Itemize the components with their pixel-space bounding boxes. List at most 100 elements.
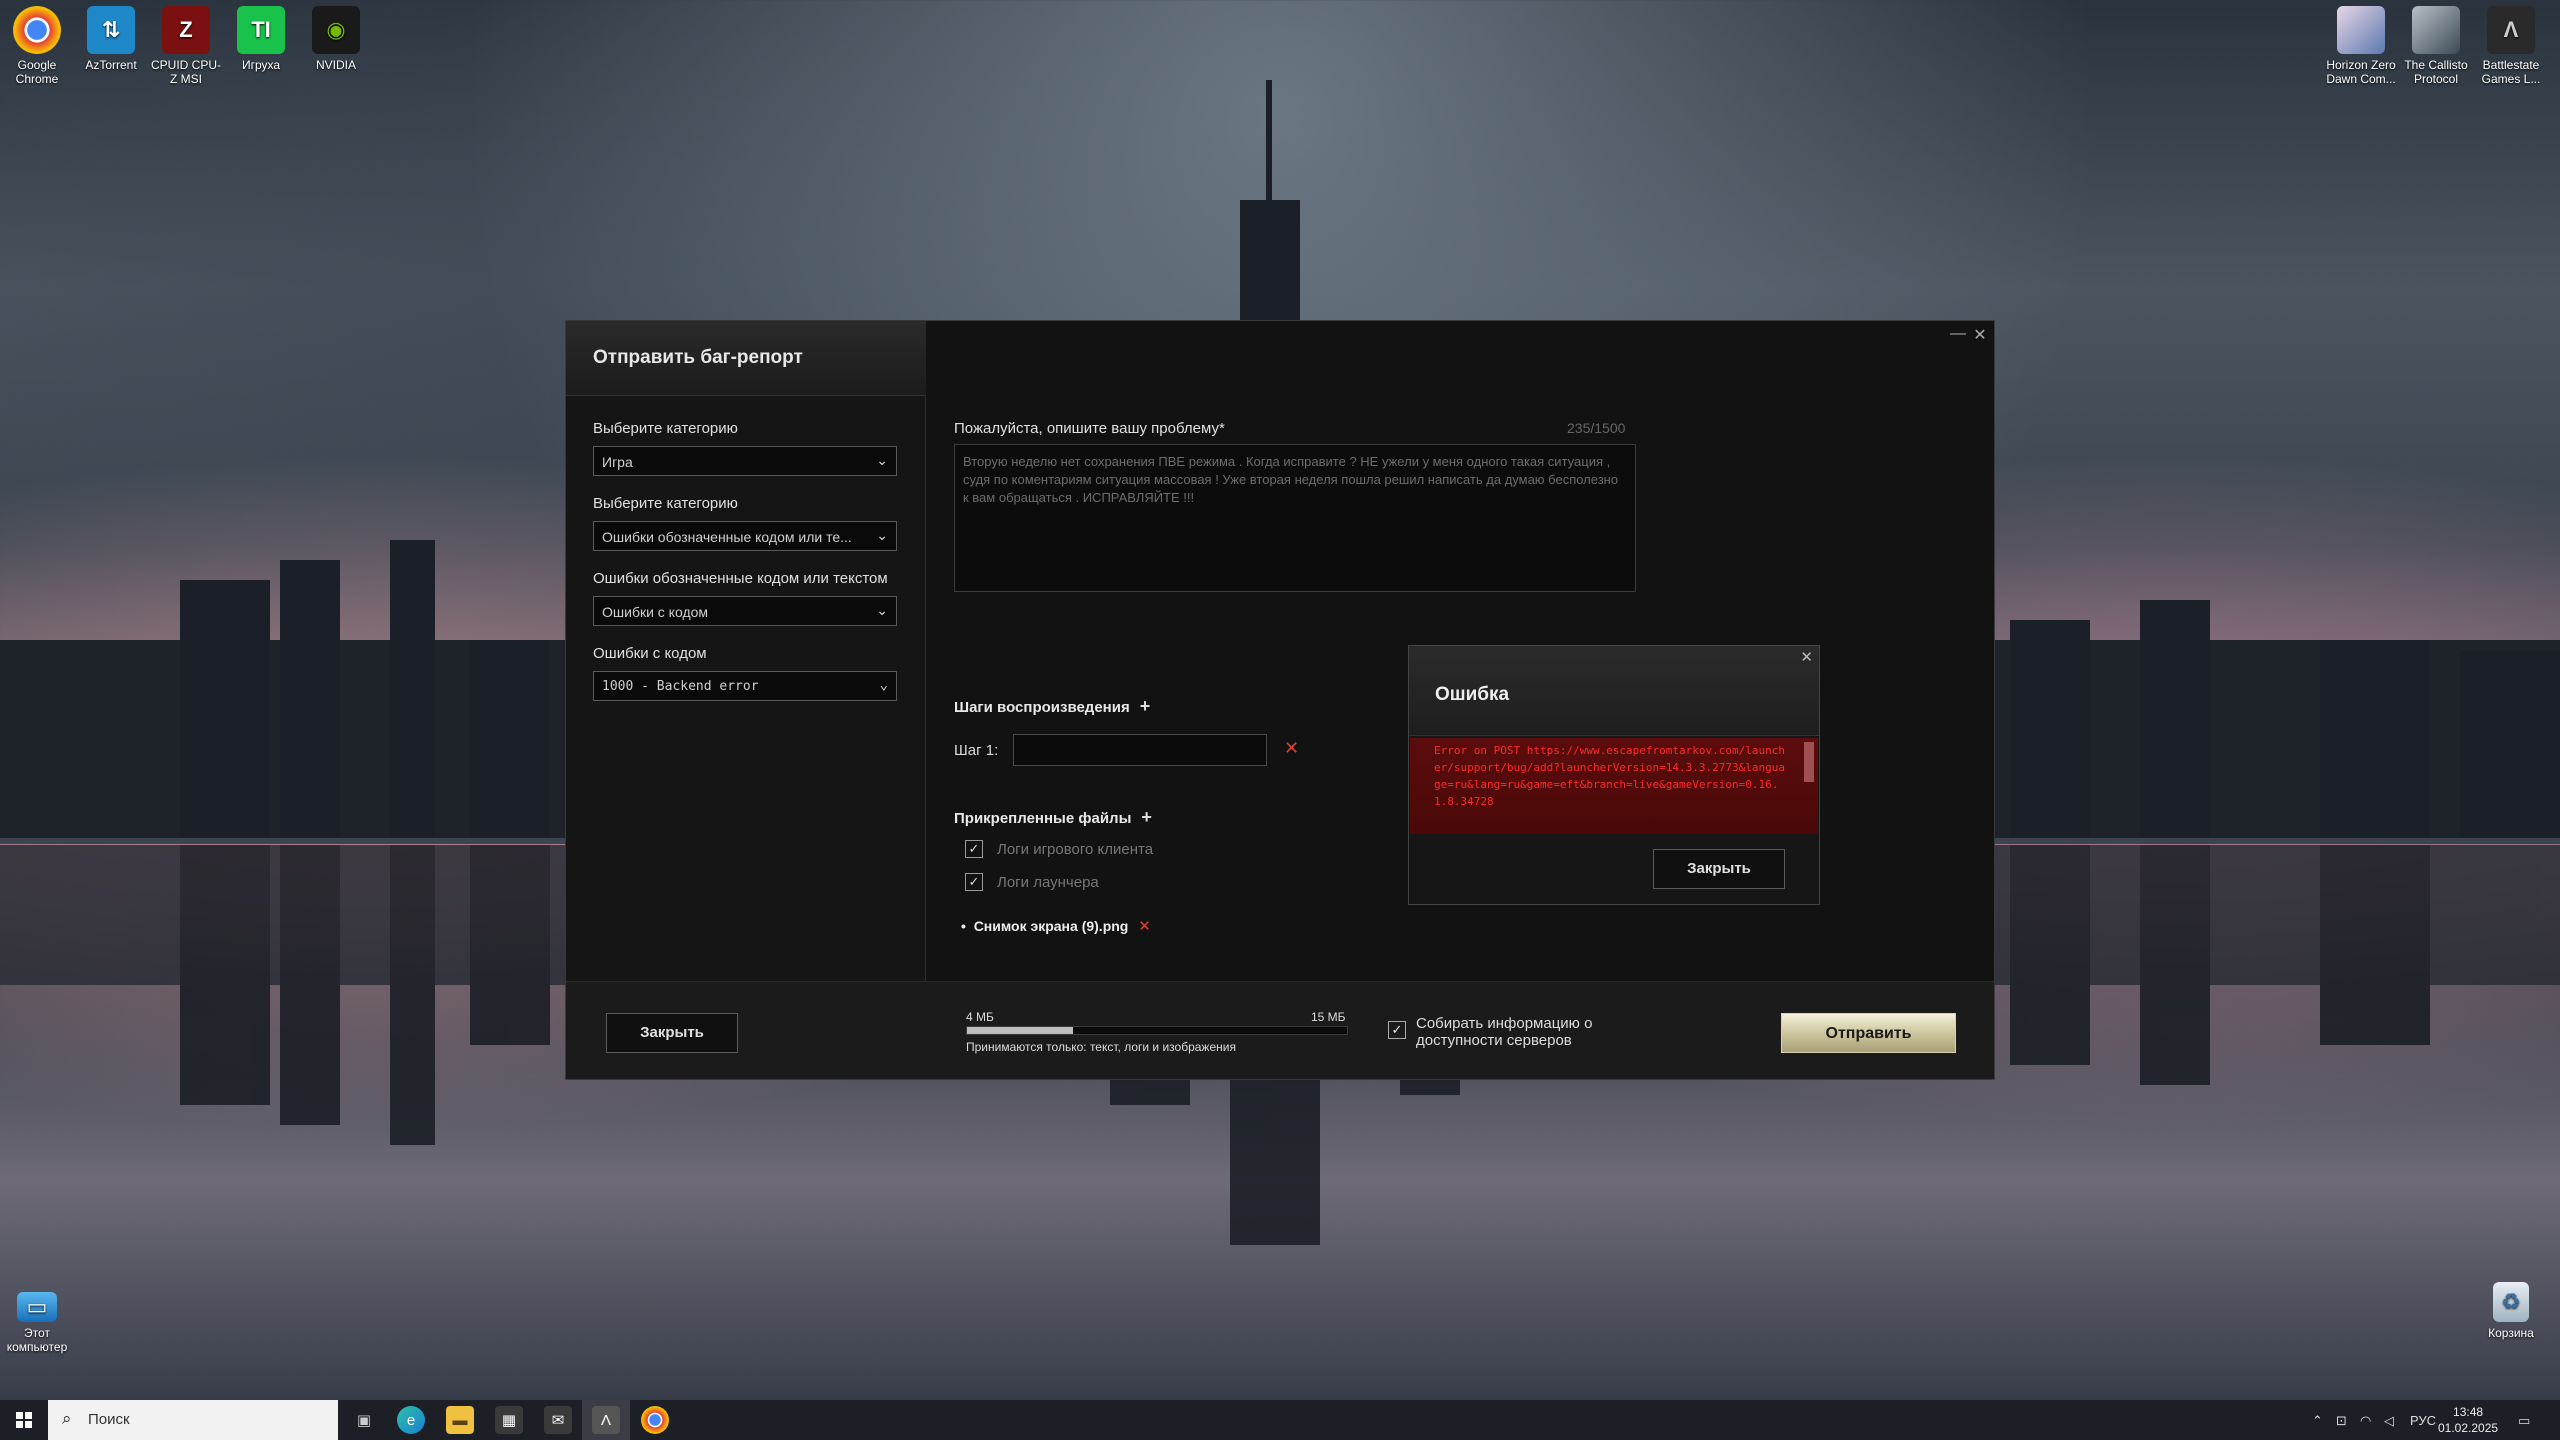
edge-icon[interactable]: e (397, 1406, 425, 1434)
desktop-icon-aztorrent[interactable]: ⇅ AzTorrent (76, 6, 146, 72)
category-panel: Выберите категорию Игра ⌄ Выберите катег… (566, 396, 926, 981)
desktop-icon-callisto[interactable]: The Callisto Protocol (2401, 6, 2471, 86)
launcher-logs-checkbox[interactable]: ✓ (965, 873, 983, 891)
error-dialog-header: Ошибка ✕ (1409, 646, 1819, 736)
notifications-icon[interactable]: ▭ (2518, 1413, 2530, 1429)
char-counter: 235/1500 (1567, 420, 1626, 436)
desktop-icon-this-pc[interactable]: ▭ Этот компьютер (2, 1282, 72, 1354)
store-icon[interactable]: ▦ (495, 1406, 523, 1434)
chevron-down-icon: ⌄ (876, 452, 888, 468)
taskbar-search[interactable]: ⌕ Поиск (48, 1400, 338, 1440)
category-label-3: Ошибки обозначенные кодом или текстом (593, 570, 888, 587)
desktop-icon-label: The Callisto Protocol (2404, 58, 2468, 86)
error-close-icon[interactable]: ✕ (1800, 648, 1813, 666)
nvidia-icon: ◉ (312, 6, 360, 54)
steps-label: Шаги воспроизведения (954, 699, 1130, 716)
task-view-icon[interactable]: ▣ (350, 1406, 378, 1434)
client-logs-checkbox[interactable]: ✓ (965, 840, 983, 858)
windows-icon (16, 1412, 32, 1428)
start-button[interactable] (0, 1400, 48, 1440)
window-footer: Закрыть 4 МБ 15 МБ Принимаются только: т… (566, 981, 1994, 1079)
chevron-down-icon: ⌄ (876, 527, 888, 543)
select-value: Игра (602, 454, 633, 470)
chevron-down-icon: ⌄ (876, 602, 888, 618)
clock[interactable]: 13:48 01.02.2025 (2438, 1404, 2498, 1436)
remove-file-icon[interactable]: ✕ (1138, 918, 1151, 935)
volume-icon[interactable]: ◁ (2384, 1413, 2394, 1429)
desktop-icon-label: Этот компьютер (6, 1326, 68, 1354)
category-select-1[interactable]: Игра ⌄ (593, 446, 897, 476)
step-1-label: Шаг 1: (954, 742, 999, 759)
chrome-taskbar-icon[interactable] (641, 1406, 669, 1434)
upload-size-fill (967, 1027, 1074, 1034)
attached-file: • Снимок экрана (9).png ✕ (961, 917, 1151, 935)
desktop-icon-label: Корзина (2488, 1326, 2534, 1340)
battlestate-launcher-icon[interactable]: Λ (592, 1406, 620, 1434)
attachments-section: Прикрепленные файлы + (954, 807, 1152, 828)
category-select-2[interactable]: Ошибки обозначенные кодом или те... ⌄ (593, 521, 897, 551)
desktop-icon-igruha[interactable]: TI Игруха (226, 6, 296, 72)
problem-label: Пожалуйста, опишите вашу проблему* (954, 420, 1225, 437)
category-label-2: Выберите категорию (593, 495, 738, 512)
desktop-icon-chrome[interactable]: Google Chrome (2, 6, 72, 86)
chevron-down-icon: ⌄ (879, 677, 888, 693)
select-value: Ошибки обозначенные кодом или те... (602, 529, 852, 545)
add-step-icon[interactable]: + (1140, 696, 1151, 716)
attachments-label: Прикрепленные файлы (954, 810, 1132, 827)
desktop-icon-label: Google Chrome (15, 58, 59, 86)
select-value: 1000 - Backend error (602, 679, 759, 694)
aztorrent-icon: ⇅ (87, 6, 135, 54)
desktop-icon-label: Battlestate Games L... (2481, 58, 2541, 86)
step-1-input[interactable] (1013, 734, 1267, 766)
search-placeholder: Поиск (88, 1411, 130, 1428)
error-scrollbar[interactable] (1804, 742, 1814, 782)
problem-textarea[interactable]: Вторую неделю нет сохранения ПВЕ режима … (954, 444, 1636, 592)
taskbar: ⌕ Поиск ▣ e ▬ ▦ ✉ Λ ⌃ ⊡ ◠ ◁ РУС 13:48 01… (0, 1400, 2560, 1440)
time: 13:48 (2453, 1405, 2484, 1419)
select-value: Ошибки с кодом (602, 604, 709, 620)
desktop-icon-cpuz[interactable]: Z CPUID CPU-Z MSI (151, 6, 221, 86)
category-select-3[interactable]: Ошибки с кодом ⌄ (593, 596, 897, 626)
desktop-icon-battlestate[interactable]: Λ Battlestate Games L... (2476, 6, 2546, 86)
error-dialog: Ошибка ✕ Error on POST https://www.escap… (1408, 645, 1820, 905)
desktop-icon-recycle-bin[interactable]: ♻ Корзина (2476, 1282, 2546, 1340)
remove-step-icon[interactable]: ✕ (1284, 738, 1299, 759)
error-message-box: Error on POST https://www.escapefromtark… (1410, 738, 1818, 834)
desktop-icon-label: Игруха (241, 58, 281, 72)
network-icon[interactable]: ⊡ (2336, 1413, 2347, 1429)
desktop-icon-label: AzTorrent (85, 58, 137, 72)
desktop-icon-horizon[interactable]: Horizon Zero Dawn Com... (2326, 6, 2396, 86)
size-min-label: 4 МБ (966, 1010, 994, 1024)
minimize-button[interactable]: — (1948, 325, 1968, 343)
collect-info-checkbox[interactable]: ✓ (1388, 1021, 1406, 1039)
error-close-button[interactable]: Закрыть (1653, 849, 1785, 889)
error-message: Error on POST https://www.escapefromtark… (1434, 744, 1785, 808)
category-label-4: Ошибки с кодом (593, 645, 707, 662)
close-button[interactable]: Закрыть (606, 1013, 738, 1053)
language-indicator[interactable]: РУС (2410, 1413, 2436, 1428)
client-logs-label: Логи игрового клиента (997, 841, 1154, 858)
tray-chevron-icon[interactable]: ⌃ (2312, 1413, 2323, 1429)
explorer-icon[interactable]: ▬ (446, 1406, 474, 1434)
wifi-icon[interactable]: ◠ (2360, 1413, 2371, 1429)
size-max-label: 15 МБ (1311, 1010, 1346, 1024)
window-title: Отправить баг-репорт (566, 321, 926, 396)
battlestate-icon: Λ (2487, 6, 2535, 54)
callisto-icon (2412, 6, 2460, 54)
category-label-1: Выберите категорию (593, 420, 738, 437)
desktop-icon-label: NVIDIA (315, 58, 356, 72)
accepted-types-note: Принимаются только: текст, логи и изобра… (966, 1040, 1236, 1054)
date: 01.02.2025 (2438, 1421, 2499, 1435)
desktop-icon-label: Horizon Zero Dawn Com... (2326, 58, 2396, 86)
mail-icon[interactable]: ✉ (544, 1406, 572, 1434)
chrome-icon (13, 6, 61, 54)
error-title: Ошибка (1435, 684, 1510, 705)
add-file-icon[interactable]: + (1141, 807, 1152, 827)
category-select-4[interactable]: 1000 - Backend error ⌄ (593, 671, 897, 701)
cpuz-icon: Z (162, 6, 210, 54)
horizon-icon (2337, 6, 2385, 54)
window-close-button[interactable]: ✕ (1970, 325, 1990, 345)
desktop-icon-nvidia[interactable]: ◉ NVIDIA (301, 6, 371, 72)
desktop-icon-label: CPUID CPU-Z MSI (151, 58, 222, 86)
send-button[interactable]: Отправить (1781, 1013, 1956, 1053)
